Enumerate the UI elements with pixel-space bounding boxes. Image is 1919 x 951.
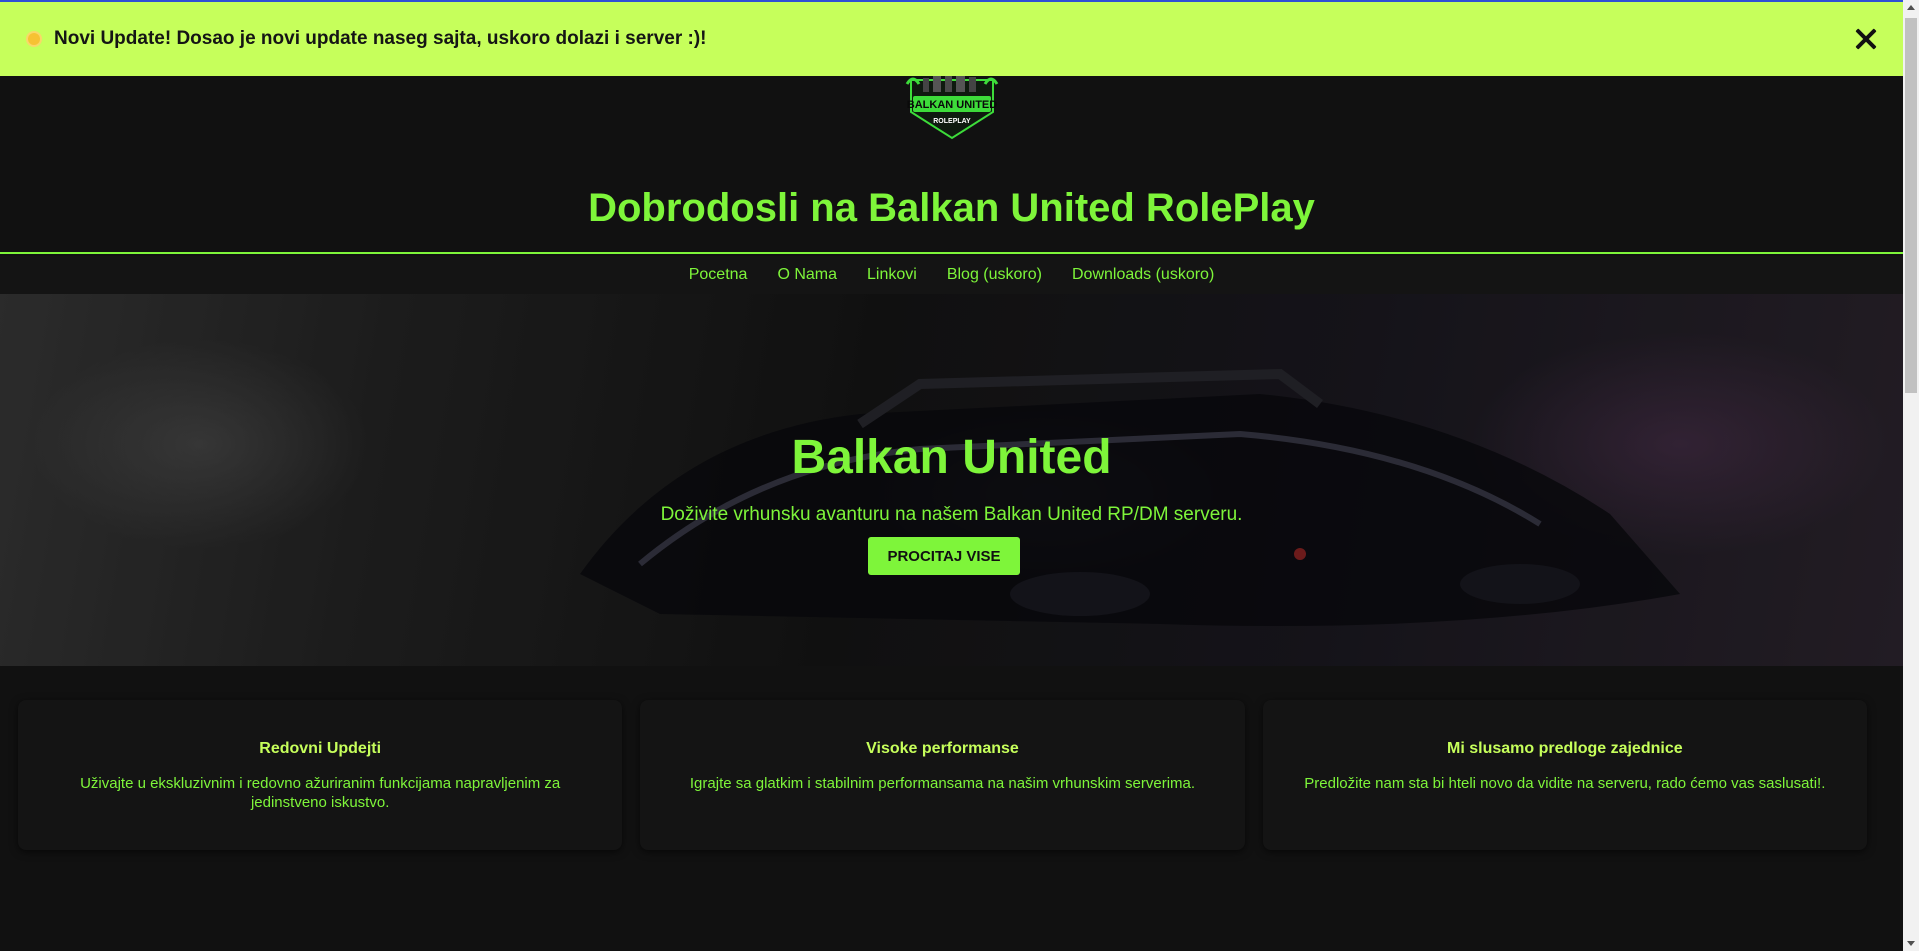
nav-item-o-nama[interactable]: O Nama [777, 266, 837, 284]
nav-item-blog[interactable]: Blog (uskoro) [947, 266, 1042, 284]
logo-subtext: ROLEPLAY [933, 118, 971, 125]
nav-item-linkovi[interactable]: Linkovi [867, 266, 917, 284]
announcement-bar: Novi Update! Dosao je novi update naseg … [0, 0, 1903, 76]
announcement-message: Novi Update! Dosao je novi update naseg … [54, 28, 707, 49]
scroll-down-arrow-icon[interactable] [1903, 935, 1919, 951]
nav-item-pocetna[interactable]: Pocetna [689, 266, 748, 284]
page-title: Dobrodosli na Balkan United RolePlay [588, 186, 1315, 230]
logo[interactable]: BALKAN UNITED ROLEPLAY [903, 72, 1001, 140]
nav-item-downloads[interactable]: Downloads (uskoro) [1072, 266, 1214, 284]
feature-title: Redovni Updejti [259, 740, 382, 757]
scrollbar[interactable] [1903, 0, 1919, 951]
read-more-button[interactable]: PROCITAJ VISE [868, 537, 1020, 575]
feature-card: Mi slusamo predloge zajednice Predložite… [1262, 700, 1867, 850]
logo-text: BALKAN UNITED [907, 99, 997, 111]
feature-title: Mi slusamo predloge zajednice [1447, 740, 1683, 757]
feature-text: Igrajte sa glatkim i stabilnim performan… [689, 775, 1196, 792]
feature-card: Visoke performanse Igrajte sa glatkim i … [640, 700, 1245, 850]
feature-title: Visoke performanse [866, 740, 1019, 757]
scrollbar-thumb[interactable] [1905, 18, 1917, 393]
hero-section: Balkan United Doživite vrhunsku avanturu… [0, 294, 1903, 666]
scroll-up-arrow-icon[interactable] [1903, 0, 1919, 16]
feature-text: Uživajte u ekskluzivnim i redovno ažurir… [80, 775, 561, 811]
close-icon[interactable] [1851, 24, 1881, 54]
main-nav: Pocetna O Nama Linkovi Blog (uskoro) Dow… [0, 256, 1903, 294]
feature-text: Predložite nam sta bi hteli novo da vidi… [1304, 775, 1826, 792]
feature-card: Redovni Updejti Uživajte u ekskluzivnim … [18, 700, 623, 850]
hero-subtitle: Doživite vrhunsku avanturu na našem Balk… [660, 504, 1243, 525]
page: Novi Update! Dosao je novi update naseg … [0, 0, 1903, 951]
features-section: Redovni Updejti Uživajte u ekskluzivnim … [18, 700, 1867, 850]
sun-icon [24, 29, 44, 49]
site-header: BALKAN UNITED ROLEPLAY Dobrodosli na Bal… [0, 72, 1903, 254]
hero-title: Balkan United [791, 431, 1112, 484]
